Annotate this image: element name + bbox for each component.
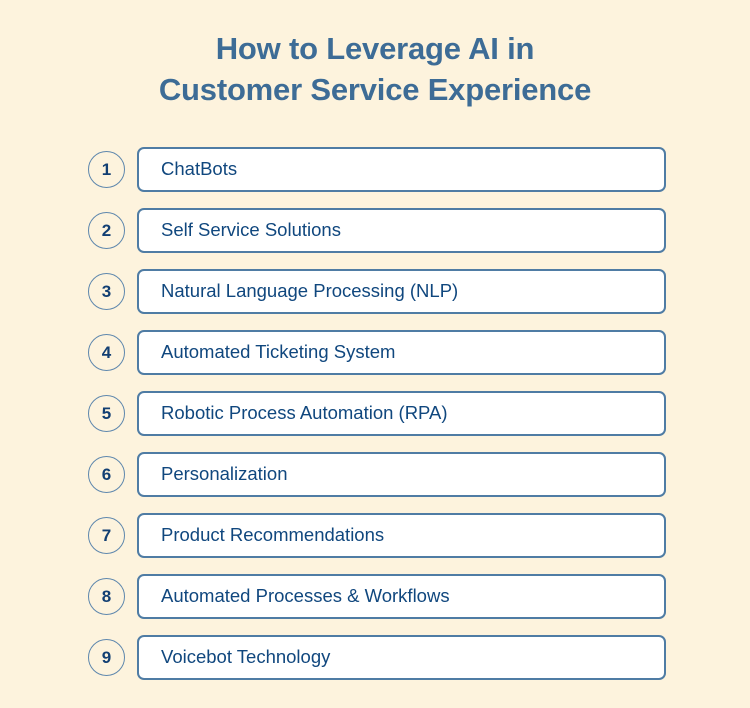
list-item-number-badge: 9: [88, 639, 125, 676]
list-item-label: Robotic Process Automation (RPA): [161, 402, 448, 424]
list-item-number-badge: 6: [88, 456, 125, 493]
list-item-box: Automated Processes & Workflows: [137, 574, 666, 619]
list-item: 8 Automated Processes & Workflows: [88, 574, 666, 619]
list-item: 2 Self Service Solutions: [88, 208, 666, 253]
list-item-label: Automated Processes & Workflows: [161, 585, 450, 607]
list-item-number: 6: [101, 465, 112, 484]
list-item-number: 3: [101, 282, 112, 301]
list-item-label: Voicebot Technology: [161, 646, 331, 668]
list-item: 1 ChatBots: [88, 147, 666, 192]
list-item: 7 Product Recommendations: [88, 513, 666, 558]
list-item: 3 Natural Language Processing (NLP): [88, 269, 666, 314]
list-item-number-badge: 1: [88, 151, 125, 188]
list-item-box: Natural Language Processing (NLP): [137, 269, 666, 314]
list-item-box: Robotic Process Automation (RPA): [137, 391, 666, 436]
infographic-root: How to Leverage AI in Customer Service E…: [0, 0, 750, 708]
list-item-number-badge: 4: [88, 334, 125, 371]
list-item-number-badge: 7: [88, 517, 125, 554]
list-item: 5 Robotic Process Automation (RPA): [88, 391, 666, 436]
list-item-number-badge: 3: [88, 273, 125, 310]
list-item: 6 Personalization: [88, 452, 666, 497]
list-item: 4 Automated Ticketing System: [88, 330, 666, 375]
page-title-line-2: Customer Service Experience: [158, 72, 592, 107]
list-item-number: 2: [101, 221, 112, 240]
list-item-number: 1: [101, 160, 112, 179]
list-item-label: ChatBots: [161, 158, 238, 180]
list-item-label: Personalization: [161, 463, 288, 485]
list-item-number: 9: [101, 648, 112, 667]
list-item-box: Personalization: [137, 452, 666, 497]
list-item-label: Product Recommendations: [161, 524, 385, 546]
list-item-label: Self Service Solutions: [161, 219, 341, 241]
list-item-label: Natural Language Processing (NLP): [161, 280, 459, 302]
list-item-box: Automated Ticketing System: [137, 330, 666, 375]
list-item-number-badge: 8: [88, 578, 125, 615]
list-item-box: ChatBots: [137, 147, 666, 192]
list-item-box: Voicebot Technology: [137, 635, 666, 680]
list-item-number: 7: [101, 526, 112, 545]
numbered-list: 1 ChatBots 2 Self Service Solutions 3 Na…: [88, 147, 666, 680]
list-item: 9 Voicebot Technology: [88, 635, 666, 680]
page-title: How to Leverage AI in Customer Service E…: [0, 28, 750, 110]
list-item-number: 8: [101, 587, 112, 606]
list-item-number-badge: 2: [88, 212, 125, 249]
list-item-box: Self Service Solutions: [137, 208, 666, 253]
list-item-number-badge: 5: [88, 395, 125, 432]
list-item-label: Automated Ticketing System: [161, 341, 396, 363]
list-item-number: 4: [101, 343, 112, 362]
list-item-number: 5: [101, 404, 112, 423]
page-title-line-1: How to Leverage AI in: [215, 31, 535, 66]
list-item-box: Product Recommendations: [137, 513, 666, 558]
